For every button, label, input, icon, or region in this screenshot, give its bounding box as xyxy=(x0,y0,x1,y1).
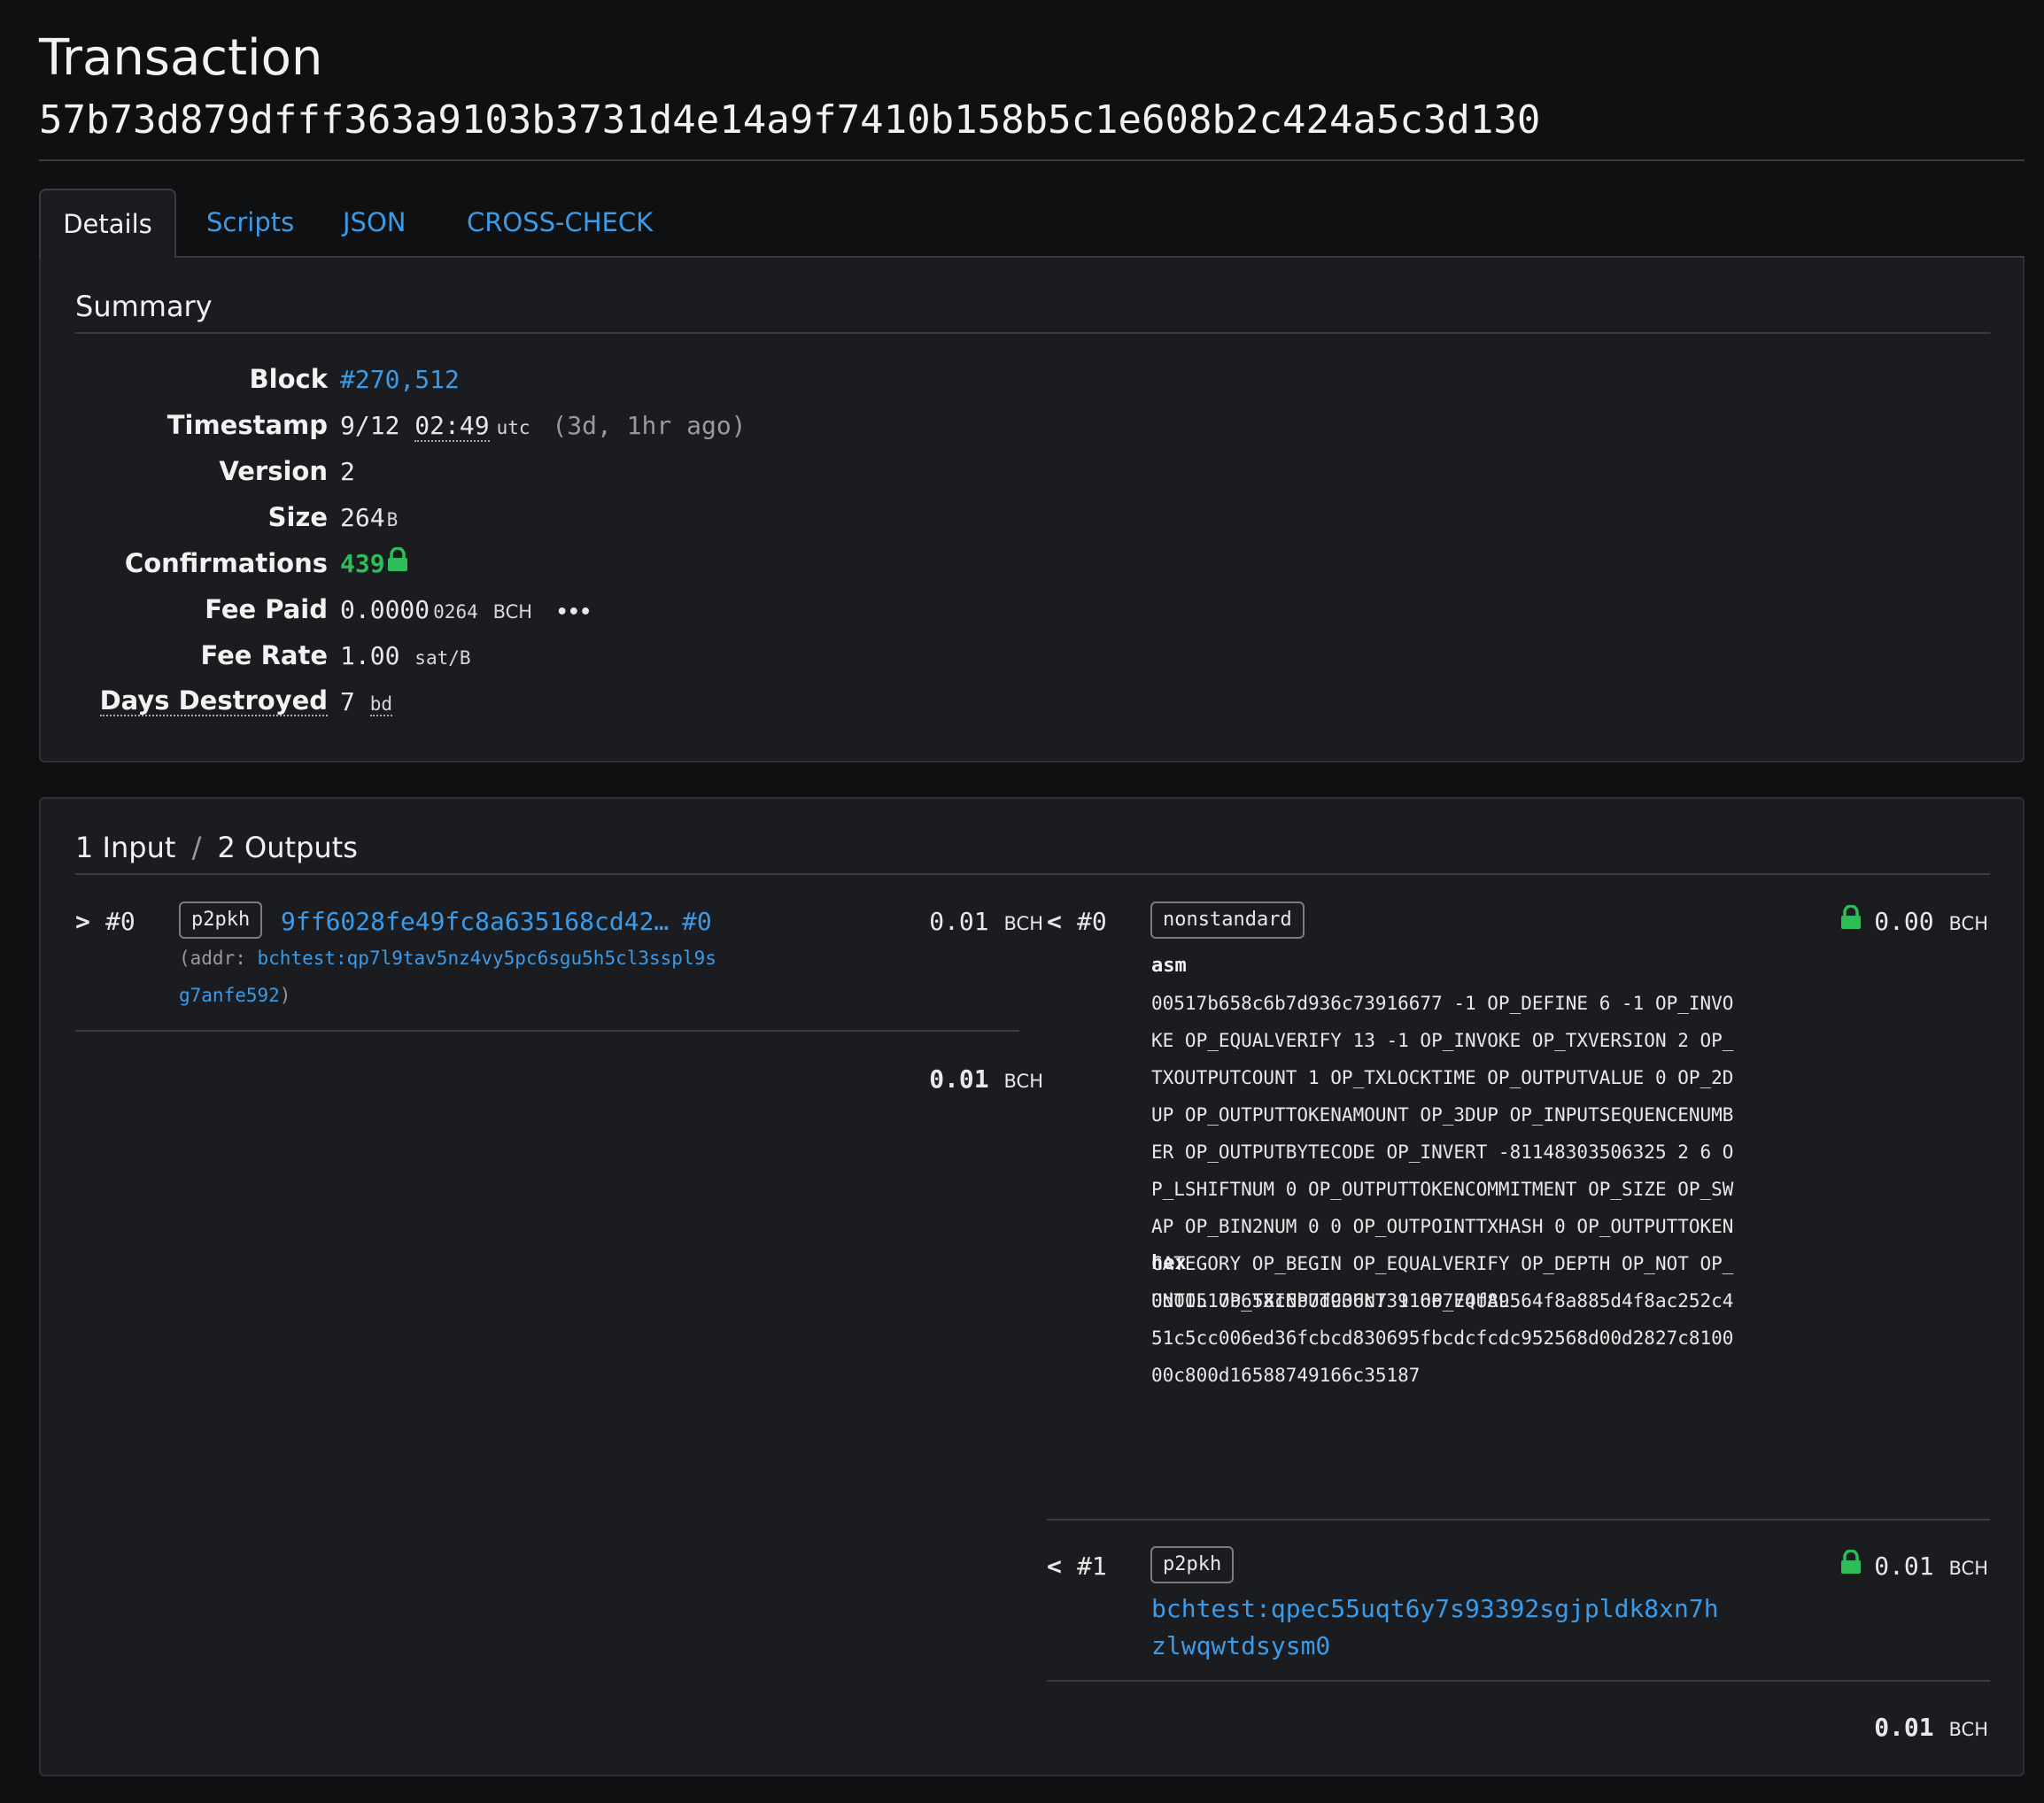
output-0-marker[interactable]: < xyxy=(1047,907,1062,936)
output-total-value: 0.01 xyxy=(1874,1713,1934,1742)
days-destroyed-unit[interactable]: bd xyxy=(369,693,393,716)
version-value: 2 xyxy=(340,457,355,486)
block-link[interactable]: #270,512 xyxy=(340,365,460,394)
input-total-unit: BCH xyxy=(1003,1071,1044,1092)
output-0-hex: 0d00517b658c6b7d936c739166774f89564f8a88… xyxy=(1151,1290,1734,1386)
output-0-asm-label: asm xyxy=(1151,955,1187,977)
block-label: Block xyxy=(249,364,328,394)
timestamp-value: 9/12 02:49 utc (3d, 1hr ago) xyxy=(340,411,747,442)
input-total: 0.01 BCH xyxy=(929,1064,1043,1094)
size-value: 264B xyxy=(340,503,398,532)
confirmations-value: 439 xyxy=(340,546,408,578)
size-unit: B xyxy=(386,509,399,530)
output-0-hex-label: hex xyxy=(1151,1252,1187,1274)
io-divider xyxy=(75,873,1990,875)
input-marker[interactable]: > xyxy=(75,907,90,936)
size-number: 264 xyxy=(340,503,385,532)
input-amount: 0.01 BCH xyxy=(929,907,1043,936)
input-amount-value: 0.01 xyxy=(929,907,989,936)
lock-icon xyxy=(387,546,408,578)
timestamp-label: Timestamp xyxy=(166,410,328,440)
ellipsis-icon[interactable]: ••• xyxy=(556,601,592,623)
transaction-id: 57b73d879dfff363a9103b3731d4e14a9f7410b1… xyxy=(39,97,1541,143)
output-total: 0.01 BCH xyxy=(1874,1713,1988,1742)
tab-scripts[interactable]: Scripts xyxy=(206,189,294,257)
fee-rate-label: Fee Rate xyxy=(200,640,329,670)
lock-icon xyxy=(1840,903,1862,936)
output-0-amount-unit: BCH xyxy=(1948,913,1989,934)
days-destroyed-label[interactable]: Days Destroyed xyxy=(99,686,328,716)
size-label: Size xyxy=(267,502,328,532)
fee-paid-small: 0264 xyxy=(433,601,478,623)
output-1-address-link-2[interactable]: zlwqwtdsysm0 xyxy=(1151,1631,1330,1660)
tab-json[interactable]: JSON xyxy=(343,189,406,257)
inputs-outputs-panel: 1 Input / 2 Outputs > #0 p2pkh 9ff6028fe… xyxy=(39,797,2025,1776)
version-label: Version xyxy=(219,456,328,486)
confirmations-label: Confirmations xyxy=(124,548,328,578)
tab-cross-check[interactable]: CROSS-CHECK xyxy=(467,189,653,257)
output-1-address-link-1[interactable]: bchtest:qpec55uqt6y7s93392sgjpldk8xn7h xyxy=(1151,1594,1719,1623)
input-total-value: 0.01 xyxy=(929,1064,989,1094)
timestamp-ago: (3d, 1hr ago) xyxy=(552,411,747,440)
heading-separator: / xyxy=(191,831,202,864)
input-address-link-1[interactable]: bchtest:qp7l9tav5nz4vy5pc6sgu5h5cl3sspl9… xyxy=(258,948,716,969)
fee-paid-unit: BCH xyxy=(492,601,533,623)
output-1-amount: 0.01 BCH xyxy=(1840,1548,1989,1581)
io-heading: 1 Input / 2 Outputs xyxy=(75,830,358,865)
input-amount-unit: BCH xyxy=(1003,913,1044,934)
fee-paid-value: 0.0000 0264 BCH ••• xyxy=(340,595,592,624)
fee-rate-unit: sat/B xyxy=(414,647,471,669)
fee-rate-number: 1.00 xyxy=(340,641,400,670)
lock-icon xyxy=(1840,1548,1862,1581)
summary-panel: Summary Block #270,512 Timestamp 9/12 02… xyxy=(39,258,2025,762)
input-prev-tx-link[interactable]: 9ff6028fe49fc8a635168cd42… xyxy=(281,907,669,936)
input-index: #0 xyxy=(105,907,135,936)
output-1-amount-unit: BCH xyxy=(1948,1558,1989,1579)
days-destroyed-value: 7 bd xyxy=(340,687,393,716)
fee-rate-value: 1.00 sat/B xyxy=(340,641,471,670)
fee-paid-label: Fee Paid xyxy=(205,594,328,624)
days-destroyed-number: 7 xyxy=(340,687,355,716)
outputs-count: 2 Outputs xyxy=(217,831,358,864)
timestamp-date: 9/12 xyxy=(340,411,400,440)
tab-details[interactable]: Details xyxy=(39,189,176,259)
confirmations-number: 439 xyxy=(340,549,385,578)
input-address-link-2[interactable]: g7anfe592 xyxy=(179,985,280,1006)
output-1-index: #1 xyxy=(1077,1552,1107,1581)
input-divider xyxy=(75,1030,1019,1032)
output-0-divider xyxy=(1047,1519,1990,1521)
input-address: (addr: bchtest:qp7l9tav5nz4vy5pc6sgu5h5c… xyxy=(179,948,716,969)
output-0-amount: 0.00 BCH xyxy=(1840,903,1989,936)
summary-divider xyxy=(75,332,1990,334)
output-1-divider xyxy=(1047,1680,1990,1682)
output-0-index: #0 xyxy=(1077,907,1107,936)
summary-heading: Summary xyxy=(75,290,213,323)
timestamp-time[interactable]: 02:49 xyxy=(414,411,490,442)
output-0-asm: 00517b658c6b7d936c73916677 -1 OP_DEFINE … xyxy=(1151,993,1734,1312)
output-1-amount-value: 0.01 xyxy=(1874,1552,1934,1581)
output-total-unit: BCH xyxy=(1948,1719,1989,1740)
output-0-type-badge: nonstandard xyxy=(1150,902,1305,939)
input-address-cont: g7anfe592) xyxy=(179,985,290,1006)
input-addr-suffix: ) xyxy=(279,985,291,1006)
fee-paid-main: 0.0000 xyxy=(340,595,430,624)
output-1-marker[interactable]: < xyxy=(1047,1552,1062,1581)
output-0-amount-value: 0.00 xyxy=(1874,907,1934,936)
inputs-count: 1 Input xyxy=(75,831,176,864)
output-1-type-badge: p2pkh xyxy=(1150,1546,1235,1583)
page-title: Transaction xyxy=(39,29,323,87)
header-divider xyxy=(39,159,2025,161)
timestamp-zone: utc xyxy=(496,417,530,438)
tab-bar: Details Scripts JSON CROSS-CHECK xyxy=(39,189,2025,259)
input-addr-prefix: (addr: xyxy=(179,948,246,969)
input-type-badge: p2pkh xyxy=(179,902,263,939)
input-prev-index-link[interactable]: #0 xyxy=(682,907,712,936)
